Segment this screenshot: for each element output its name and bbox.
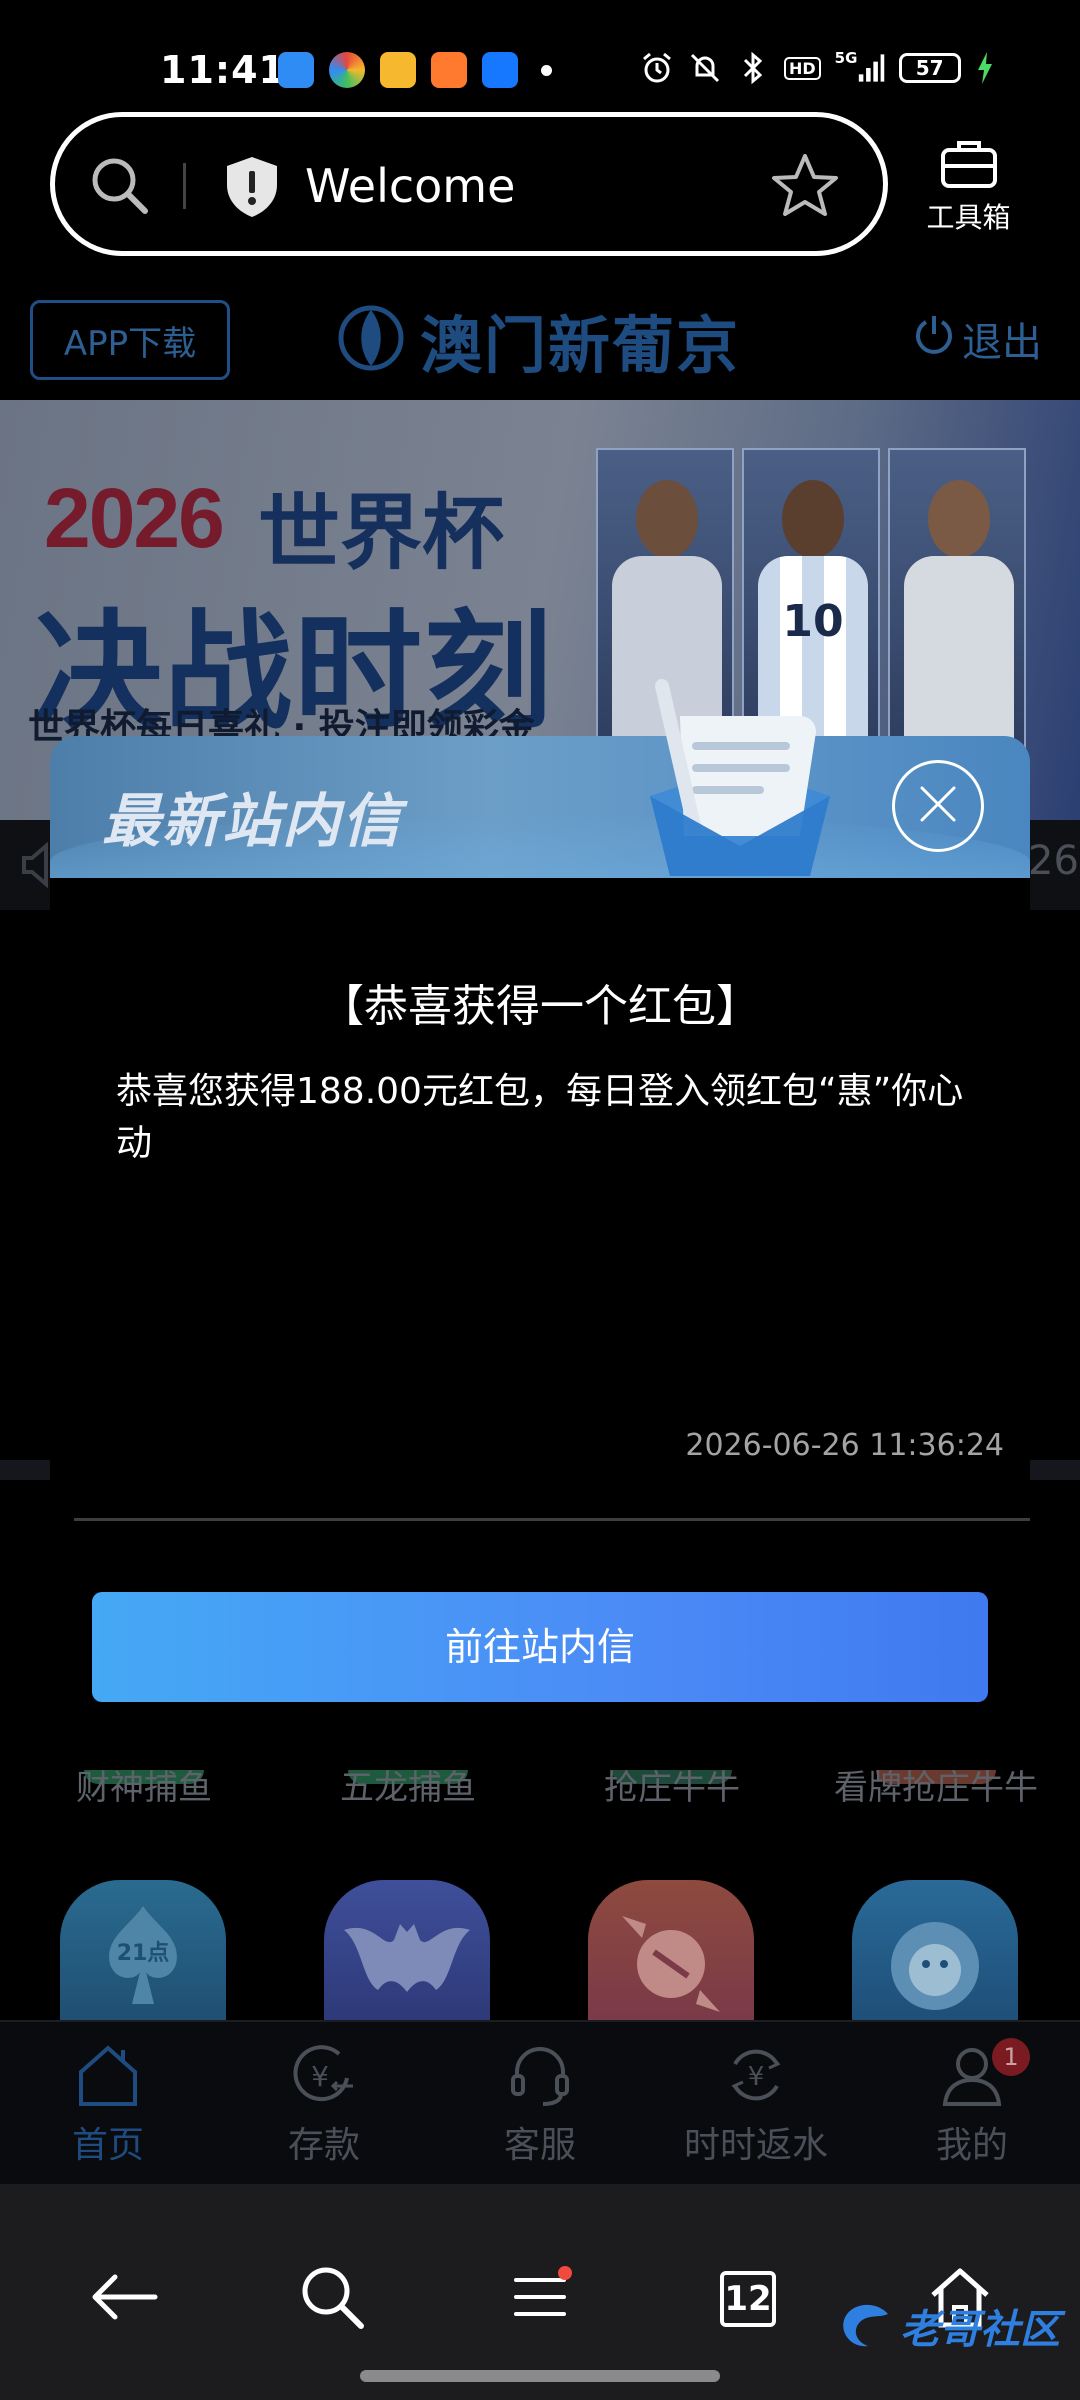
shield-icon[interactable] <box>223 155 281 223</box>
go-to-inbox-button[interactable]: 前往站内信 <box>92 1592 988 1702</box>
game-label[interactable]: 抢庄牛牛 <box>540 1760 804 1809</box>
game-label[interactable]: 五龙捕鱼 <box>276 1760 540 1809</box>
more-notifications-dot <box>541 64 552 76</box>
back-button[interactable] <box>84 2264 164 2334</box>
close-icon <box>916 782 960 830</box>
banner-year: 2026 <box>44 471 225 565</box>
alarm-icon <box>640 50 674 86</box>
menu-notification-dot <box>558 2266 572 2280</box>
browser-bottom-bar: 12 <box>0 2184 1080 2400</box>
colorful-app-icon <box>329 52 365 88</box>
nav-label: 我的 <box>935 2125 1008 2166</box>
mute-icon <box>688 50 722 86</box>
candy-game-tile[interactable] <box>588 1880 754 2020</box>
signal-icon: 5G <box>835 50 885 86</box>
site-header: APP下载 澳门新葡京 退出 <box>0 280 1080 400</box>
bat-icon <box>344 1924 470 1992</box>
game-label[interactable]: 看牌抢庄牛牛 <box>804 1760 1068 1809</box>
marquee-text: 26 <box>1028 838 1079 884</box>
nav-item-deposit[interactable]: ¥ 存款 <box>216 2042 432 2172</box>
modal-title: 最新站内信 <box>102 787 403 855</box>
address-bar-divider <box>183 163 186 209</box>
page-title[interactable]: Welcome <box>305 159 515 213</box>
tab-count: 12 <box>720 2271 776 2327</box>
power-icon <box>912 312 956 366</box>
browser-app-icon <box>278 52 314 88</box>
player-card <box>888 448 1026 780</box>
site-logo: 澳门新葡京 <box>336 298 740 382</box>
envelope-letter-icon <box>610 676 870 890</box>
game-tiles-row: 21点 <box>0 1880 1080 2020</box>
nav-item-home[interactable]: 首页 <box>0 2042 216 2172</box>
message-modal: 最新站内信 【恭喜获得一个红包】 恭喜您获得188.00元红包，每日登入领红包“… <box>50 679 1030 1716</box>
menu-button[interactable] <box>500 2264 580 2334</box>
nav-item-profile[interactable]: 1 我的 <box>864 2038 1080 2172</box>
site-logo-text: 澳门新葡京 <box>420 309 741 382</box>
logout-button[interactable]: 退出 <box>912 310 1042 368</box>
home-icon <box>0 2042 216 2112</box>
search-icon[interactable] <box>87 153 151 221</box>
status-indicators: HD 5G 57 <box>640 50 995 86</box>
blackjack-game-tile[interactable]: 21点 <box>60 1880 226 2020</box>
nav-label: 客服 <box>503 2125 576 2166</box>
logout-label: 退出 <box>962 320 1042 366</box>
nav-item-rebate[interactable]: ¥ 时时返水 <box>648 2042 864 2172</box>
hd-badge: HD <box>784 56 821 80</box>
svg-text:¥: ¥ <box>311 2060 329 2093</box>
watermark: 老哥社区 <box>836 2296 1060 2356</box>
player-number: 10 <box>782 596 844 647</box>
battery-indicator: 57 <box>898 53 961 83</box>
message-divider <box>74 1518 1030 1521</box>
lion-icon <box>891 1922 979 2010</box>
nav-label: 存款 <box>287 2125 360 2166</box>
address-bar[interactable]: Welcome <box>50 112 888 256</box>
dragon-logo-icon <box>836 2296 896 2356</box>
profile-notification-badge: 1 <box>992 2038 1030 2076</box>
toolbox-button[interactable]: 工具箱 <box>906 138 1031 238</box>
menu-icon <box>510 2272 570 2326</box>
nav-item-support[interactable]: 客服 <box>432 2042 648 2172</box>
notification-app-icons <box>278 52 552 88</box>
deposit-icon: ¥ <box>216 2042 432 2112</box>
back-arrow-icon <box>89 2272 159 2326</box>
status-bar: 11:41 HD 5G 57 <box>0 0 1080 110</box>
bookmark-star-icon[interactable] <box>770 151 840 225</box>
search-icon <box>299 2264 365 2334</box>
rebate-icon: ¥ <box>648 2042 864 2112</box>
nav-label: 首页 <box>71 2125 144 2166</box>
game-label[interactable]: 财神捕鱼 <box>12 1760 276 1809</box>
modal-close-button[interactable] <box>892 760 984 852</box>
user-icon <box>864 2042 1080 2112</box>
candy-icon <box>622 1916 720 2012</box>
message-date: 2026-06-26 11:36:24 <box>685 1428 1004 1463</box>
app-download-button[interactable]: APP下载 <box>30 300 230 380</box>
tabs-button[interactable]: 12 <box>708 2264 788 2334</box>
bluetooth-icon <box>736 50 770 86</box>
charging-icon <box>975 50 995 86</box>
svg-text:¥: ¥ <box>748 2062 765 2092</box>
watermark-text: 老哥社区 <box>900 2307 1060 2353</box>
bat-game-tile[interactable] <box>324 1880 490 2020</box>
modal-header: 最新站内信 <box>50 736 1030 878</box>
spade-icon: 21点 <box>109 1906 177 2004</box>
toolbox-label: 工具箱 <box>926 201 1011 234</box>
message-content: 恭喜您获得188.00元红包，每日登入领红包“惠”你心动 <box>116 1071 964 1164</box>
home-indicator[interactable] <box>360 2370 720 2382</box>
alipay-app-icon <box>482 52 518 88</box>
blackjack-tile-label: 21点 <box>117 1940 170 1966</box>
nav-label: 时时返水 <box>683 2125 828 2166</box>
site-bottom-nav: 首页 ¥ 存款 客服 ¥ 时时返水 1 我的 <box>0 2020 1080 2184</box>
speaker-icon <box>20 841 54 892</box>
message-title: 【恭喜获得一个红包】 <box>320 981 760 1032</box>
browser-search-button[interactable] <box>292 2264 372 2334</box>
shopping-app-icon <box>431 52 467 88</box>
modal-body: 【恭喜获得一个红包】 恭喜您获得188.00元红包，每日登入领红包“惠”你心动 … <box>50 878 1030 1716</box>
game-label-row: 财神捕鱼 五龙捕鱼 抢庄牛牛 看牌抢庄牛牛 <box>0 1760 1080 1830</box>
logo-emblem-icon <box>336 298 406 382</box>
status-time: 11:41 <box>160 48 286 92</box>
wallet-app-icon <box>380 52 416 88</box>
lion-game-tile[interactable] <box>852 1880 1018 2020</box>
headset-icon <box>432 2042 648 2112</box>
toolbox-icon <box>939 141 999 194</box>
